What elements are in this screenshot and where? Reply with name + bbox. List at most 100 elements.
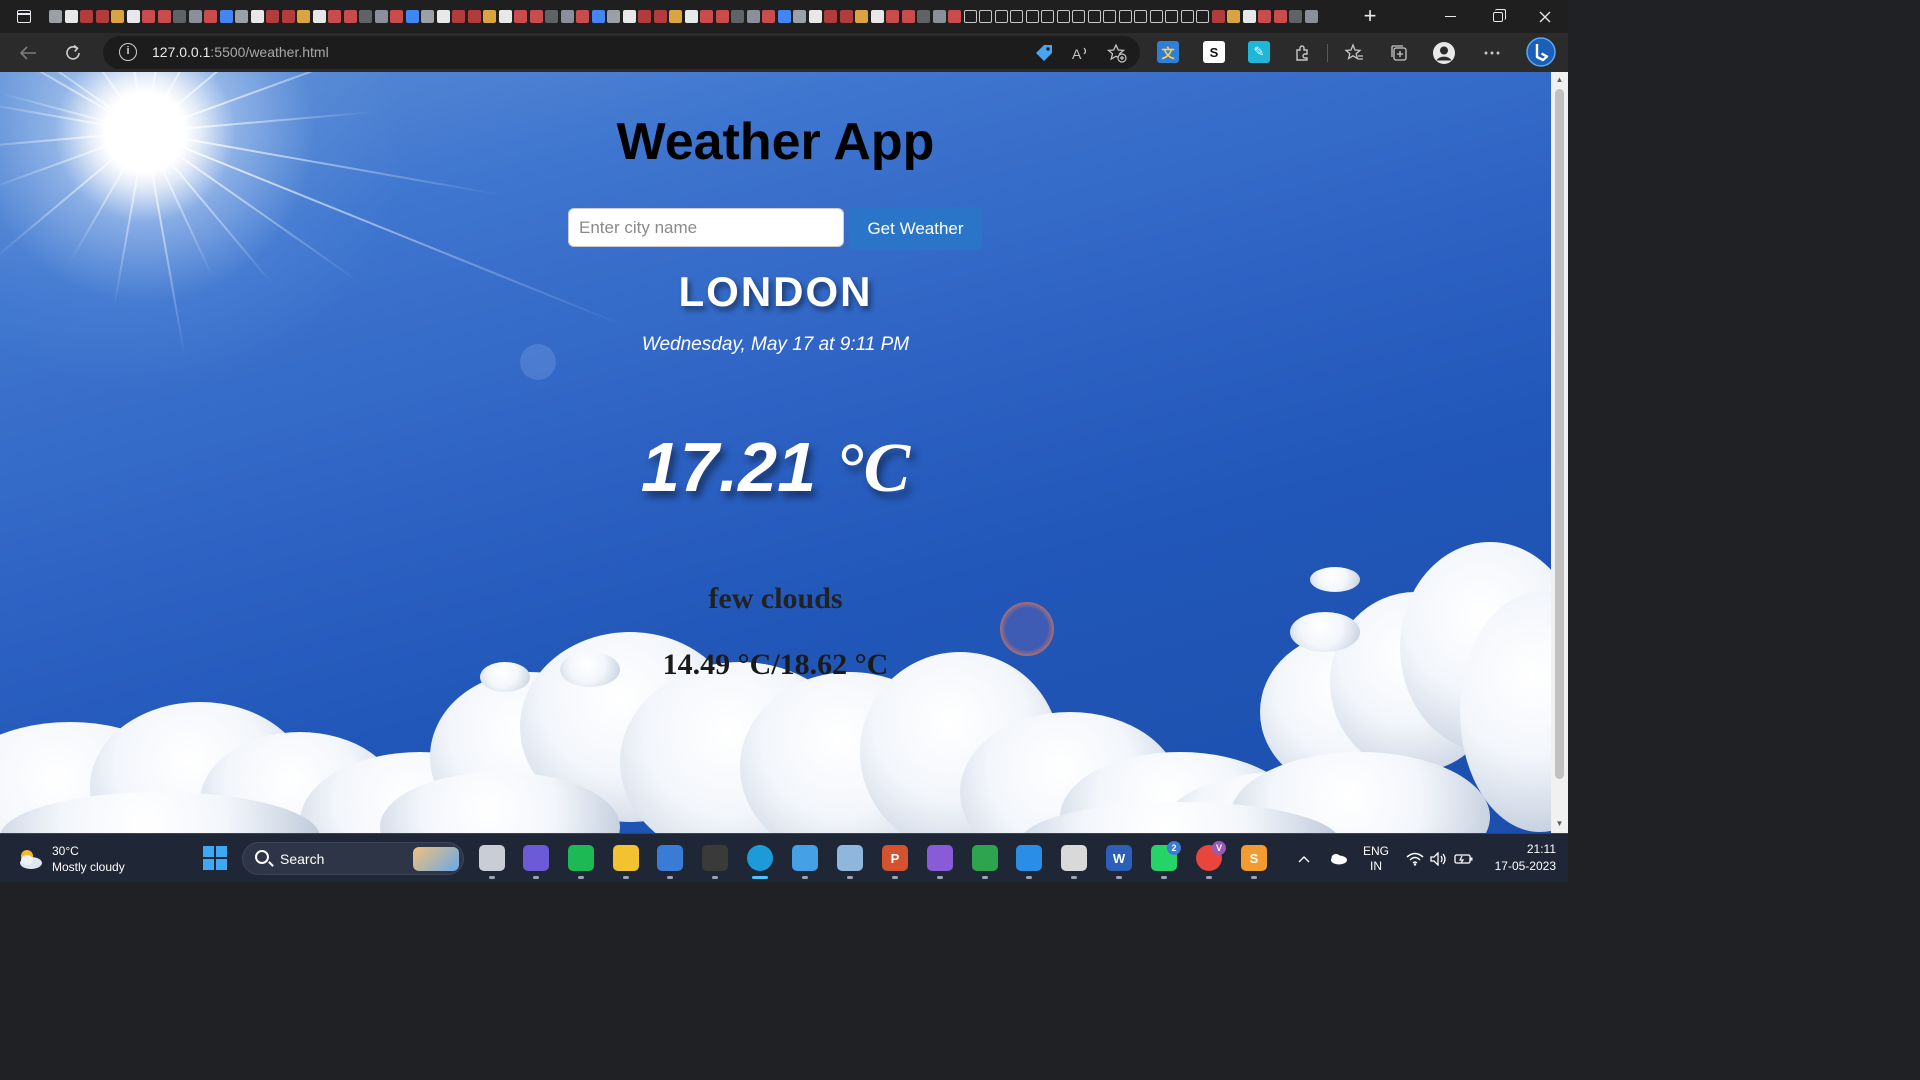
browser-tab[interactable] (529, 6, 545, 26)
refresh-button[interactable] (59, 39, 87, 67)
browser-tab[interactable] (544, 6, 560, 26)
close-window-button[interactable] (1521, 0, 1568, 33)
browser-tab[interactable] (839, 6, 855, 26)
browser-tab[interactable] (265, 6, 281, 26)
browser-tab[interactable] (746, 6, 762, 26)
page-scrollbar[interactable]: ▲ ▼ (1551, 72, 1568, 833)
extensions-button[interactable] (1289, 39, 1317, 67)
game-app-icon[interactable] (702, 845, 728, 871)
settings-more-button[interactable] (1478, 39, 1506, 67)
minimize-button[interactable] (1427, 0, 1474, 33)
browser-tab[interactable] (885, 6, 901, 26)
browser-tab[interactable] (1211, 6, 1227, 26)
browser-tab[interactable] (978, 6, 994, 26)
browser-tab[interactable] (1226, 6, 1242, 26)
browser-tab[interactable] (684, 6, 700, 26)
browser-tab[interactable] (1257, 6, 1273, 26)
browser-tab[interactable] (1288, 6, 1304, 26)
microsoft-store-icon[interactable] (657, 845, 683, 871)
get-weather-button[interactable]: Get Weather (849, 207, 982, 250)
browser-tab[interactable] (1273, 6, 1289, 26)
browser-tab[interactable] (560, 6, 576, 26)
browser-tab[interactable] (389, 6, 405, 26)
task-view-icon[interactable] (479, 845, 505, 871)
collections-button[interactable] (1385, 39, 1413, 67)
start-button[interactable] (203, 846, 227, 870)
browser-tab[interactable] (498, 6, 514, 26)
restore-button[interactable] (1474, 0, 1521, 33)
browser-tab[interactable] (1087, 6, 1103, 26)
browser-tab[interactable] (513, 6, 529, 26)
browser-tab[interactable] (1118, 6, 1134, 26)
browser-tab[interactable] (575, 6, 591, 26)
browser-tab[interactable] (482, 6, 498, 26)
s-extension-icon[interactable]: S (1203, 41, 1225, 63)
browser-tab[interactable] (653, 6, 669, 26)
browser-tab[interactable] (436, 6, 452, 26)
snipping-tool-icon[interactable] (1061, 845, 1087, 871)
coupon-tag-icon[interactable] (1033, 42, 1055, 64)
taskbar-search[interactable]: Search (242, 842, 464, 875)
browser-tab[interactable] (1071, 6, 1087, 26)
city-search-input[interactable] (568, 208, 844, 247)
scroll-down-arrow-icon[interactable]: ▼ (1555, 819, 1564, 828)
browser-tab[interactable] (1195, 6, 1211, 26)
browser-tab[interactable] (1304, 6, 1320, 26)
read-aloud-icon[interactable]: A (1069, 42, 1091, 64)
browser-tab[interactable] (1040, 6, 1056, 26)
notepad-icon[interactable] (792, 845, 818, 871)
spotify-icon[interactable] (568, 845, 594, 871)
browser-tab[interactable] (808, 6, 824, 26)
browser-tab[interactable] (188, 6, 204, 26)
browser-tab[interactable] (219, 6, 235, 26)
browser-tab[interactable] (203, 6, 219, 26)
onedrive-icon[interactable] (1326, 834, 1350, 883)
site-info-icon[interactable]: i (119, 43, 137, 61)
pen-extension-icon[interactable]: ✎ (1248, 41, 1270, 63)
browser-tab[interactable] (916, 6, 932, 26)
browser-tab[interactable] (79, 6, 95, 26)
browser-tab[interactable] (420, 6, 436, 26)
browser-tab[interactable] (234, 6, 250, 26)
browser-tab[interactable] (1180, 6, 1196, 26)
show-hidden-icons-button[interactable] (1294, 834, 1314, 883)
browser-tab[interactable] (405, 6, 421, 26)
browser-tab[interactable] (870, 6, 886, 26)
language-indicator[interactable]: ENG IN (1358, 834, 1394, 883)
scroll-up-arrow-icon[interactable]: ▲ (1555, 75, 1564, 84)
volume-icon[interactable] (1428, 834, 1450, 883)
vscode-icon[interactable] (1016, 845, 1042, 871)
browser-tab[interactable] (854, 6, 870, 26)
browser-tab[interactable] (172, 6, 188, 26)
browser-tab[interactable] (48, 6, 64, 26)
browser-tab[interactable] (374, 6, 390, 26)
profile-button[interactable] (1430, 39, 1458, 67)
translate-extension-icon[interactable]: 文 (1157, 41, 1179, 63)
browser-tab[interactable] (467, 6, 483, 26)
browser-tab[interactable] (95, 6, 111, 26)
browser-tab[interactable] (343, 6, 359, 26)
copilot-button[interactable] (1525, 36, 1557, 68)
browser-tab[interactable] (715, 6, 731, 26)
favorites-button[interactable] (1340, 39, 1368, 67)
file-explorer-icon[interactable] (613, 845, 639, 871)
browser-tab[interactable] (1164, 6, 1180, 26)
url-text[interactable]: 127.0.0.1:5500/weather.html (152, 44, 329, 60)
browser-tab[interactable] (947, 6, 963, 26)
browser-tab[interactable] (1009, 6, 1025, 26)
browser-tab[interactable] (730, 6, 746, 26)
browser-tab[interactable] (591, 6, 607, 26)
browser-tab[interactable] (312, 6, 328, 26)
browser-tab[interactable] (64, 6, 80, 26)
browser-tab[interactable] (792, 6, 808, 26)
tab-actions-button[interactable] (0, 0, 48, 33)
browser-tab[interactable] (823, 6, 839, 26)
downloader-icon[interactable] (972, 845, 998, 871)
browser-tab[interactable] (157, 6, 173, 26)
browser-tab[interactable] (668, 6, 684, 26)
browser-tab[interactable] (1133, 6, 1149, 26)
browser-tab[interactable] (110, 6, 126, 26)
scroll-thumb[interactable] (1555, 89, 1564, 779)
browser-tab[interactable] (637, 6, 653, 26)
wifi-icon[interactable] (1404, 834, 1426, 883)
